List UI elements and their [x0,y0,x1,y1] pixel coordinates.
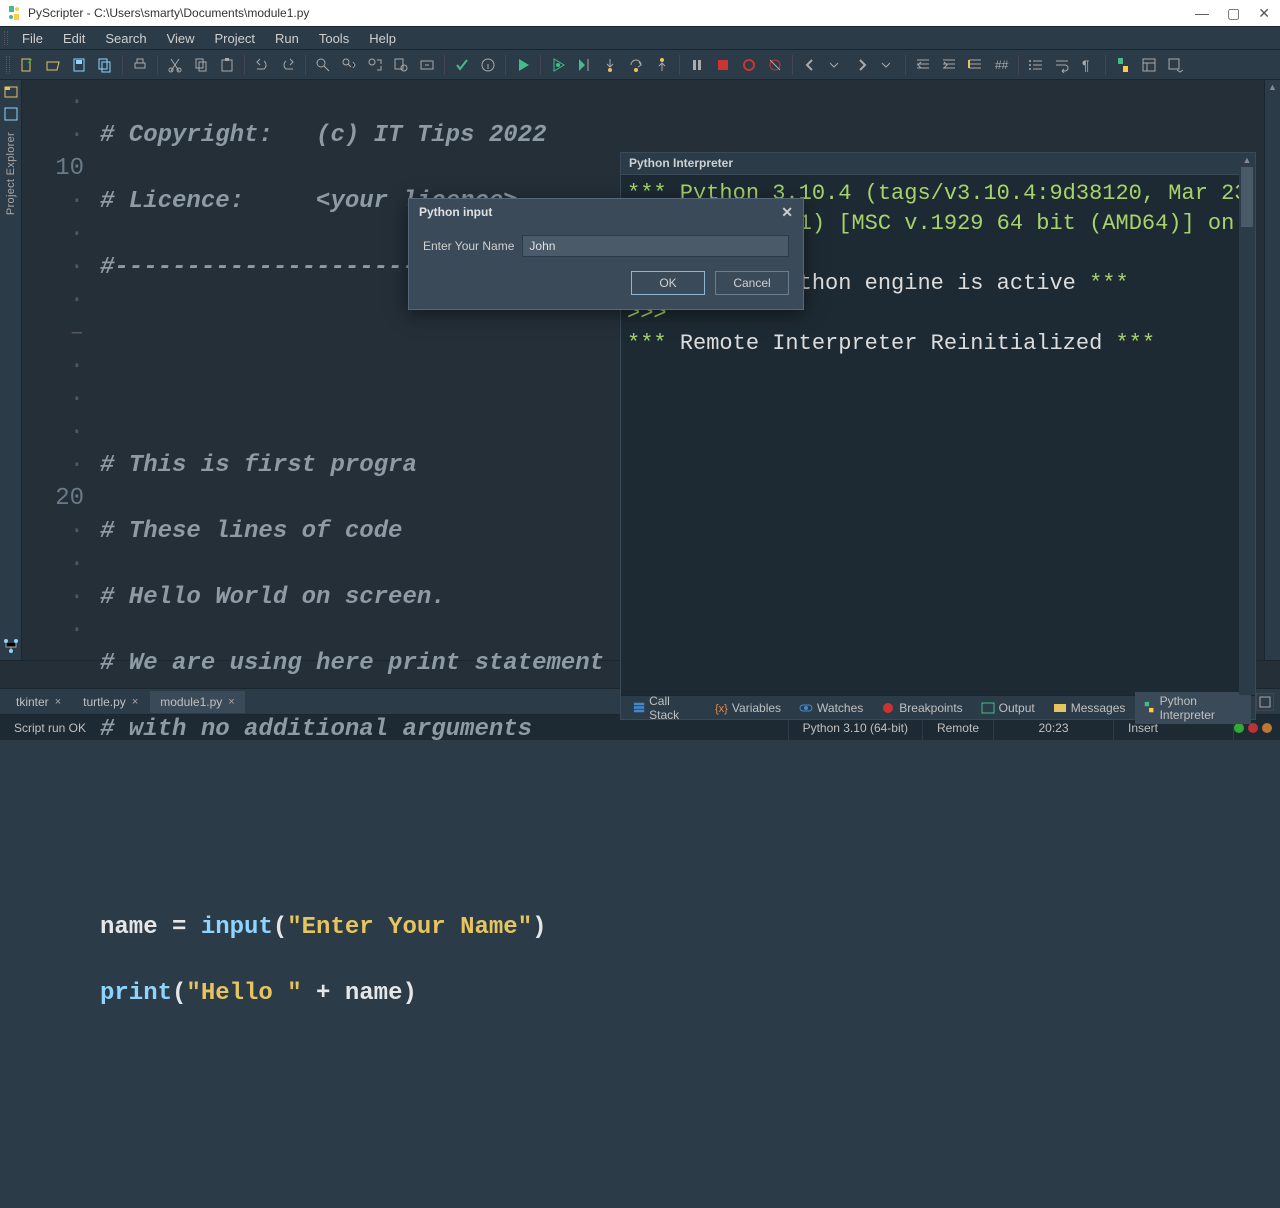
tab-breakpoints[interactable]: Breakpoints [873,699,970,717]
menu-search[interactable]: Search [95,28,156,49]
cut-icon[interactable] [164,54,186,76]
project-explorer-label[interactable]: Project Explorer [5,132,17,215]
toolbar: ## ¶ [0,50,1280,80]
file-tab-tkinter[interactable]: tkinter× [6,691,71,713]
cancel-button[interactable]: Cancel [715,271,789,295]
run-icon[interactable] [512,54,534,76]
grip-icon [6,56,10,74]
breakpoint-icon[interactable] [738,54,760,76]
undo-icon[interactable] [251,54,273,76]
menu-help[interactable]: Help [359,28,406,49]
menu-bar: File Edit Search View Project Run Tools … [0,26,1280,50]
tool-tabs: Call Stack {x}Variables Watches Breakpoi… [621,695,1255,719]
nav-dropdown-icon[interactable] [877,54,899,76]
print-icon[interactable] [129,54,151,76]
menu-file[interactable]: File [12,28,53,49]
interpreter-title: Python Interpreter [621,153,1255,175]
menu-project[interactable]: Project [205,28,265,49]
tab-watches[interactable]: Watches [791,699,871,717]
save-all-icon[interactable] [94,54,116,76]
window-title: PyScripter - C:\Users\smarty\Documents\m… [28,6,1195,20]
tab-call-stack[interactable]: Call Stack [625,692,704,724]
line-number: 10 [22,152,84,185]
nav-back-icon[interactable] [799,54,821,76]
dialog-input[interactable] [522,235,789,257]
svg-text:##: ## [995,58,1009,72]
run-to-cursor-icon[interactable] [573,54,595,76]
layout-icon[interactable] [1138,54,1160,76]
line-number: 20 [22,482,84,515]
nav-fwd-icon[interactable] [851,54,873,76]
syntax-check-icon[interactable] [451,54,473,76]
title-bar: PyScripter - C:\Users\smarty\Documents\m… [0,0,1280,26]
maximize-button[interactable]: ▢ [1227,5,1240,22]
python-icon[interactable] [1112,54,1134,76]
layout-dropdown-icon[interactable] [1164,54,1186,76]
file-explorer-icon[interactable] [3,84,19,100]
search-icon[interactable] [312,54,334,76]
comment-icon[interactable] [964,54,986,76]
clear-breakpoints-icon[interactable] [764,54,786,76]
side-strip: Project Explorer [0,80,22,660]
list-icon[interactable] [1025,54,1047,76]
pause-icon[interactable] [686,54,708,76]
tab-variables[interactable]: {x}Variables [706,699,789,717]
stop-icon[interactable] [712,54,734,76]
svg-text:¶: ¶ [1082,57,1090,73]
open-icon[interactable] [42,54,64,76]
new-file-icon[interactable] [16,54,38,76]
copy-icon[interactable] [190,54,212,76]
find-in-files-icon[interactable] [390,54,412,76]
svg-text:{x}: {x} [715,703,728,715]
main-area: Project Explorer 10 20 # Copyright: (c) … [0,80,1280,660]
goto-icon[interactable] [416,54,438,76]
dialog-label: Enter Your Name [423,239,514,253]
close-icon[interactable]: × [55,696,61,708]
nav-dropdown-icon[interactable] [825,54,847,76]
tab-output[interactable]: Output [973,699,1043,717]
redo-icon[interactable] [277,54,299,76]
python-input-dialog: Python input ✕ Enter Your Name OK Cancel [408,198,804,310]
tab-python-interpreter[interactable]: Python Interpreter [1135,692,1251,724]
replace-icon[interactable] [364,54,386,76]
minimize-button[interactable]: — [1195,5,1209,22]
project-icon[interactable] [3,106,19,122]
indent-icon[interactable] [938,54,960,76]
close-button[interactable]: ✕ [1258,5,1270,22]
dialog-title: Python input [419,205,492,219]
grip-icon [4,31,8,45]
step-into-icon[interactable] [599,54,621,76]
outdent-icon[interactable] [912,54,934,76]
paste-icon[interactable] [216,54,238,76]
gutter: 10 20 [22,80,94,660]
menu-view[interactable]: View [157,28,205,49]
ok-button[interactable]: OK [631,271,705,295]
tab-messages[interactable]: Messages [1045,699,1134,717]
editor-scrollbar[interactable]: ▲ [1264,80,1280,660]
paragraph-icon[interactable]: ¶ [1077,54,1099,76]
menu-tools[interactable]: Tools [309,28,359,49]
save-icon[interactable] [68,54,90,76]
uncomment-icon[interactable]: ## [990,54,1012,76]
search-next-icon[interactable] [338,54,360,76]
info-icon[interactable] [477,54,499,76]
dialog-close-icon[interactable]: ✕ [781,204,793,221]
step-over-icon[interactable] [625,54,647,76]
menu-edit[interactable]: Edit [53,28,95,49]
app-icon [6,5,22,21]
wordwrap-icon[interactable] [1051,54,1073,76]
step-out-icon[interactable] [651,54,673,76]
structure-icon[interactable] [3,638,19,654]
menu-run[interactable]: Run [265,28,309,49]
interpreter-scrollbar[interactable]: ▲ [1239,153,1255,695]
debug-icon[interactable] [547,54,569,76]
